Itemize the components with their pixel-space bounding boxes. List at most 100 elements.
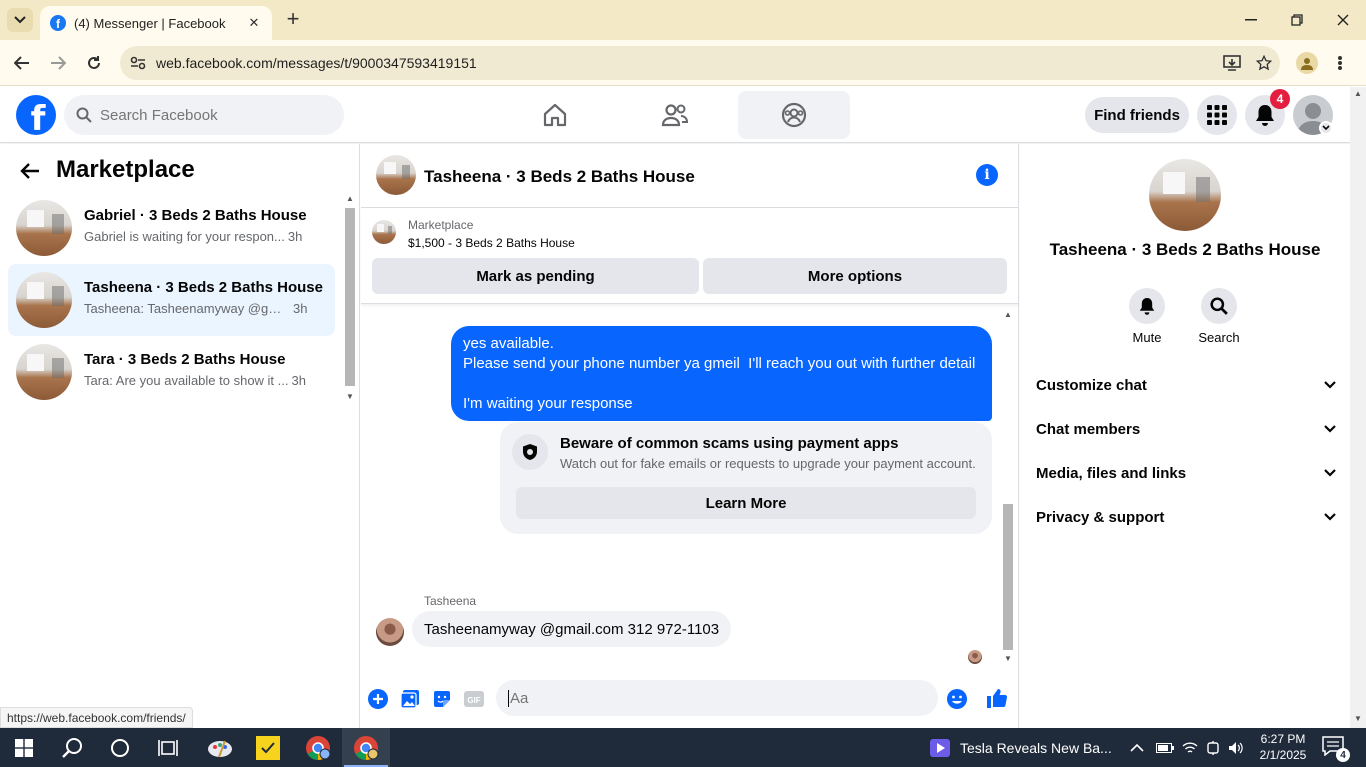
minimize-button[interactable] [1236, 8, 1266, 32]
scroll-down-icon[interactable]: ▼ [1353, 714, 1363, 724]
mute-label: Mute [1132, 330, 1162, 345]
tab-search-button[interactable] [7, 8, 33, 32]
taskbar-search-button[interactable] [48, 728, 96, 767]
volume-icon[interactable] [1228, 741, 1244, 755]
scroll-down-icon[interactable]: ▼ [1003, 654, 1013, 664]
sticker-icon[interactable] [431, 688, 453, 710]
task-view-button[interactable] [144, 728, 192, 767]
search-in-chat-button[interactable]: Search [1189, 288, 1249, 345]
new-tab-button[interactable]: + [282, 8, 304, 32]
message-input-box[interactable] [496, 680, 938, 716]
message-sender-name: Tasheena [424, 594, 477, 608]
chat-members-row[interactable]: Chat members [1036, 407, 1336, 451]
scroll-up-icon[interactable]: ▲ [1353, 89, 1363, 99]
address-bar[interactable]: web.facebook.com/messages/t/900034759341… [120, 46, 1280, 80]
scrollbar-thumb[interactable] [345, 208, 355, 386]
conversation-item[interactable]: Gabriel · 3 Beds 2 Baths House Gabriel i… [8, 192, 335, 264]
customize-chat-row[interactable]: Customize chat [1036, 363, 1336, 407]
taskbar-app-chrome[interactable] [294, 728, 342, 767]
listing-price[interactable]: $1,500 - 3 Beds 2 Baths House [408, 236, 575, 250]
shield-icon [512, 434, 548, 470]
conversation-item[interactable]: Tara · 3 Beds 2 Baths House Tara: Are yo… [8, 336, 335, 408]
search-input[interactable] [100, 106, 320, 124]
bookmark-star-icon[interactable] [1248, 55, 1280, 71]
reload-button[interactable] [81, 50, 107, 76]
learn-more-button[interactable]: Learn More [516, 487, 976, 519]
photo-icon[interactable] [399, 688, 421, 710]
search-label: Search [1198, 330, 1240, 345]
back-button[interactable] [9, 50, 35, 76]
news-widget[interactable]: Tesla Reveals New Ba... [930, 728, 1112, 767]
chat-scrollbar[interactable]: ▲ ▼ [1001, 308, 1015, 666]
account-caret[interactable] [1319, 121, 1333, 135]
nav-friends-tab[interactable] [619, 91, 731, 139]
chat-title[interactable]: Tasheena · 3 Beds 2 Baths House [424, 167, 695, 187]
section-label: Media, files and links [1036, 464, 1187, 482]
scrollbar-thumb[interactable] [1003, 504, 1013, 650]
more-options-button[interactable]: More options [703, 258, 1007, 294]
emoji-icon[interactable] [946, 688, 968, 710]
nav-home-tab[interactable] [499, 91, 611, 139]
url-text[interactable]: web.facebook.com/messages/t/900034759341… [156, 55, 1216, 71]
scroll-up-icon[interactable]: ▲ [345, 194, 355, 204]
conversation-title: Gabriel · 3 Beds 2 Baths House [84, 207, 307, 224]
listing-thumbnail[interactable] [372, 220, 396, 244]
browser-menu-icon[interactable] [1332, 52, 1348, 74]
start-button[interactable] [0, 728, 48, 767]
scroll-up-icon[interactable]: ▲ [1003, 310, 1013, 320]
site-settings-icon[interactable] [120, 56, 156, 70]
media-files-links-row[interactable]: Media, files and links [1036, 451, 1336, 495]
chat-details-panel: Tasheena · 3 Beds 2 Baths House Mute Sea… [1020, 144, 1350, 728]
page-scrollbar[interactable]: ▲ ▼ [1350, 87, 1366, 728]
restore-button[interactable] [1282, 8, 1312, 32]
like-thumb-icon[interactable] [985, 686, 1009, 710]
grid-menu-icon [1207, 105, 1227, 125]
find-friends-button[interactable]: Find friends [1085, 97, 1189, 133]
tab-close-icon[interactable]: ✕ [246, 15, 262, 31]
chat-panel: Tasheena · 3 Beds 2 Baths House i Market… [361, 144, 1019, 728]
forward-button[interactable] [45, 50, 71, 76]
menu-button[interactable] [1197, 95, 1237, 135]
mark-as-pending-button[interactable]: Mark as pending [372, 258, 699, 294]
listing-thumbnail [16, 200, 72, 256]
cortana-button[interactable] [96, 728, 144, 767]
details-avatar[interactable] [1149, 159, 1221, 231]
facebook-logo-icon[interactable]: f [16, 95, 56, 135]
back-arrow-icon[interactable] [20, 162, 44, 182]
outgoing-message: yes available. Please send your phone nu… [451, 326, 992, 421]
section-label: Privacy & support [1036, 508, 1165, 526]
gif-icon[interactable]: GIF [463, 688, 485, 710]
wifi-icon[interactable] [1182, 741, 1198, 755]
conversation-item-active[interactable]: Tasheena · 3 Beds 2 Baths House Tasheena… [8, 264, 335, 336]
info-icon[interactable]: i [976, 164, 998, 186]
sender-avatar[interactable] [376, 618, 404, 646]
add-attachment-icon[interactable] [367, 688, 389, 710]
restore-icon [1291, 14, 1303, 26]
chat-avatar[interactable] [376, 155, 416, 195]
install-app-icon[interactable] [1216, 55, 1248, 71]
privacy-support-row[interactable]: Privacy & support [1036, 495, 1336, 539]
taskbar-app-sticky-notes[interactable] [244, 728, 292, 767]
mute-button[interactable]: Mute [1117, 288, 1177, 345]
system-clock[interactable]: 6:27 PM 2/1/2025 [1248, 731, 1318, 763]
chat-header: Tasheena · 3 Beds 2 Baths House i [361, 144, 1019, 208]
taskbar-app-chrome-active[interactable] [342, 728, 390, 767]
chevron-down-icon [14, 16, 26, 24]
close-window-button[interactable] [1328, 8, 1358, 32]
browser-tab[interactable]: f (4) Messenger | Facebook ✕ [40, 6, 272, 40]
nav-groups-tab[interactable] [738, 91, 850, 139]
chrome-icon [354, 735, 379, 760]
section-label: Customize chat [1036, 376, 1147, 394]
taskbar-app-paint[interactable] [196, 728, 244, 767]
preview-text: Tara: Are you available to show it ... [84, 373, 289, 388]
browser-profile-icon[interactable] [1296, 52, 1318, 74]
scroll-down-icon[interactable]: ▼ [345, 392, 355, 402]
facebook-search[interactable] [64, 95, 344, 135]
message-input[interactable] [508, 689, 908, 707]
conversation-list-scrollbar[interactable]: ▲ ▼ [343, 192, 357, 406]
svg-text:GIF: GIF [467, 696, 480, 705]
chevron-up-icon[interactable] [1130, 743, 1144, 753]
network-device-icon[interactable] [1206, 740, 1220, 755]
clock-date: 2/1/2025 [1259, 748, 1307, 762]
battery-icon[interactable] [1156, 742, 1174, 753]
